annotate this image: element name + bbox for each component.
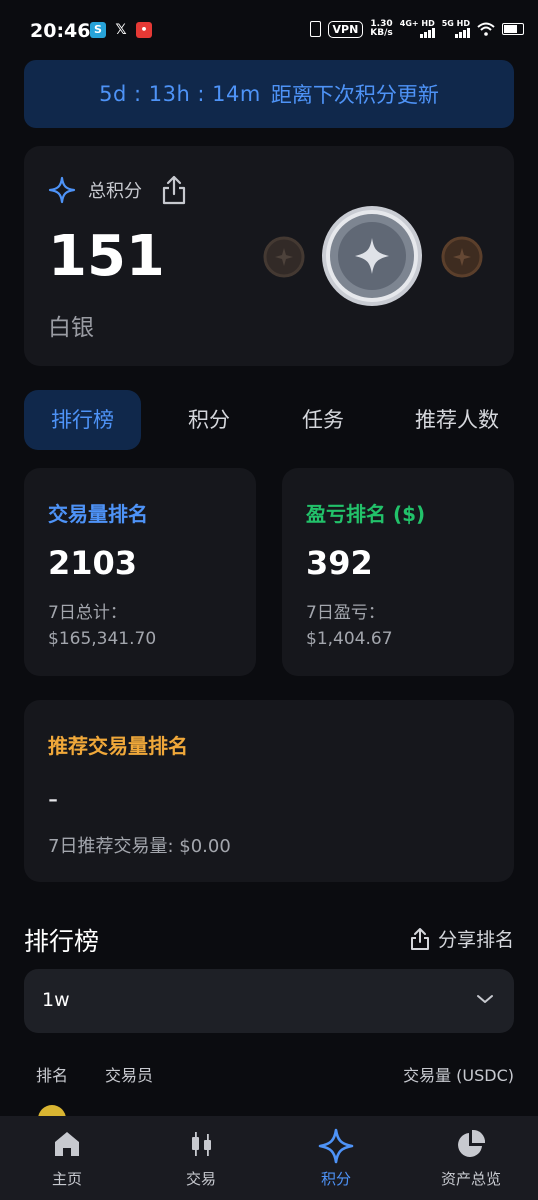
nav-trade-label: 交易 (185, 1170, 216, 1188)
column-trader: 交易员 (105, 1066, 154, 1085)
silver-medal-icon (322, 206, 422, 306)
column-volume: 交易量 (USDC) (403, 1066, 514, 1085)
nav-home-label: 主页 (51, 1170, 82, 1188)
bottom-navigation: 主页 交易 积分 资产总览 (0, 1116, 538, 1200)
tier-label: 白银 (48, 315, 94, 341)
sparkle-icon (318, 1128, 354, 1164)
referral-rank-title: 推荐交易量排名 (48, 734, 188, 758)
referral-rank-sub: 7日推荐交易量: $0.00 (48, 836, 231, 857)
nav-home[interactable]: 主页 (0, 1116, 134, 1200)
pnl-rank-value: 392 (306, 544, 373, 582)
nav-trade[interactable]: 交易 (134, 1116, 268, 1200)
share-rank-label: 分享排名 (437, 929, 514, 951)
countdown-timer: 5d : 13h : 14m (99, 82, 261, 106)
nav-points-label: 积分 (320, 1170, 351, 1188)
tab-leaderboard[interactable]: 排行榜 (24, 390, 141, 450)
chevron-down-icon (477, 995, 493, 1003)
total-points-value: 151 (48, 224, 165, 289)
vibrate-icon (309, 21, 321, 37)
share-icon[interactable] (160, 174, 188, 206)
signal-bars-icon (419, 28, 435, 38)
app-notification-icon: S (90, 22, 106, 38)
referral-rank-value: - (48, 782, 59, 815)
points-update-banner: 5d : 13h : 14m 距离下次积分更新 (24, 60, 514, 128)
column-rank: 排名 (36, 1066, 69, 1085)
sparkle-icon (48, 176, 76, 204)
battery-icon (502, 23, 524, 35)
share-rank-button[interactable]: 分享排名 (410, 925, 514, 952)
signal-2: 5G HD (442, 20, 470, 38)
tab-referrals[interactable]: 推荐人数 (415, 390, 499, 450)
tab-points[interactable]: 积分 (188, 390, 230, 450)
leaderboard-title: 排行榜 (24, 927, 100, 956)
bronze-medal-icon (263, 236, 305, 278)
volume-rank-title: 交易量排名 (48, 502, 148, 526)
volume-rank-card: 交易量排名 2103 7日总计： $165,341.70 (24, 468, 256, 676)
pie-chart-icon (458, 1129, 486, 1157)
network-speed: 1.30 KB/s (370, 19, 393, 38)
countdown-label: 距离下次积分更新 (270, 83, 439, 107)
status-time: 20:46 (30, 20, 91, 42)
tier-medals[interactable] (256, 204, 496, 314)
home-icon (55, 1132, 79, 1156)
candlestick-icon (192, 1132, 211, 1156)
tab-tasks[interactable]: 任务 (302, 390, 344, 450)
status-bar: 20:46 S 𝕏 • VPN 1.30 KB/s 4G+ HD 5G HD (0, 0, 538, 62)
nav-points[interactable]: 积分 (269, 1116, 403, 1200)
pnl-rank-title: 盈亏排名 ($) (306, 502, 426, 526)
nav-portfolio[interactable]: 资产总览 (404, 1116, 538, 1200)
share-icon (410, 927, 429, 950)
wifi-icon (477, 22, 495, 36)
nav-portfolio-label: 资产总览 (440, 1170, 501, 1188)
referral-volume-rank-card: 推荐交易量排名 - 7日推荐交易量: $0.00 (24, 700, 514, 882)
pnl-rank-card: 盈亏排名 ($) 392 7日盈亏： $1,404.67 (282, 468, 514, 676)
x-app-icon: 𝕏 (115, 22, 127, 38)
volume-rank-sub: 7日总计： $165,341.70 (48, 603, 157, 649)
signal-1: 4G+ HD (400, 20, 435, 38)
gold-medal-icon (441, 236, 483, 278)
signal-bars-icon (455, 28, 470, 38)
total-points-card: 总积分 151 白银 (24, 146, 514, 366)
red-app-icon: • (136, 22, 152, 38)
period-select[interactable]: 1w (24, 969, 514, 1033)
status-app-icons: S 𝕏 • (90, 22, 152, 38)
status-indicators: VPN 1.30 KB/s 4G+ HD 5G HD (309, 19, 524, 38)
points-header: 总积分 (48, 174, 188, 206)
volume-rank-value: 2103 (48, 544, 138, 582)
total-points-label: 总积分 (88, 181, 142, 202)
vpn-badge: VPN (327, 20, 364, 38)
period-select-value: 1w (42, 989, 70, 1011)
leaderboard-tabs: 排行榜 积分 任务 推荐人数 (24, 390, 538, 450)
pnl-rank-sub: 7日盈亏： $1,404.67 (306, 603, 393, 649)
